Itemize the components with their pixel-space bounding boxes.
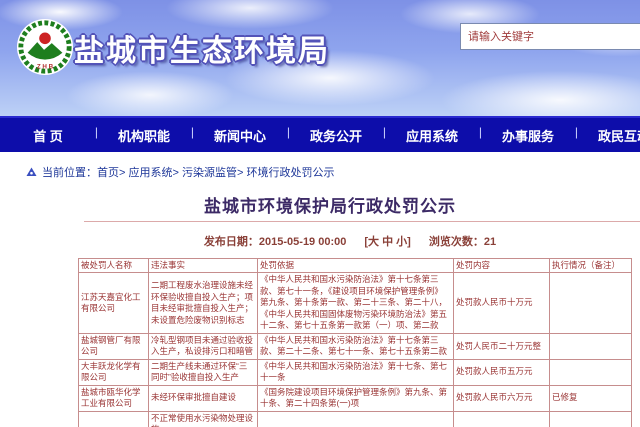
cell-name: 大丰跃龙化学有限公司 bbox=[79, 359, 149, 385]
nav-item-5[interactable]: 应用系统 bbox=[384, 126, 480, 145]
penalty-table: 被处罚人名称违法事实处罚依据处罚内容执行情况（备注） 江苏天嘉宜化工有限公司二期… bbox=[78, 258, 632, 427]
logo-letters: Z H B bbox=[37, 63, 54, 70]
views-label: 浏览次数： bbox=[429, 236, 484, 248]
cell-facts: 二期生产线未通过环保“三同时”验收擅自投入生产 bbox=[149, 359, 258, 385]
cell-facts: 二期工程废水治理设施未经环保验收擅自投入生产；项目未经审批擅自投入生产；未设置危… bbox=[149, 273, 258, 333]
publish-date-label: 发布日期： bbox=[204, 236, 259, 248]
cell-penalty: 处罚款人民币六万元 bbox=[454, 385, 550, 411]
table-row: 不正常使用水污染物处理设施 bbox=[79, 411, 632, 427]
cell-facts: 未经环保审批擅自建设 bbox=[149, 385, 258, 411]
cell-basis bbox=[258, 411, 454, 427]
nav-item-1[interactable]: 首 页 bbox=[0, 126, 96, 145]
cell-basis: 《中华人民共和国水污染防治法》第十七条第三款、第二十二条、第七十一条、第七十五条… bbox=[258, 333, 454, 359]
penalty-table-head-row: 被处罚人名称违法事实处罚依据处罚内容执行情况（备注） bbox=[79, 259, 632, 273]
penalty-table-body: 江苏天嘉宜化工有限公司二期工程废水治理设施未经环保验收擅自投入生产；项目未经审批… bbox=[79, 273, 632, 427]
publish-date-value: 2015-05-19 00:00 bbox=[259, 236, 346, 248]
cell-note bbox=[550, 411, 632, 427]
breadcrumb: 当前位置：首页> 应用系统> 污染源监管> 环境行政处罚公示 bbox=[26, 164, 334, 180]
table-row: 盐城市瓯华化学工业有限公司未经环保审批擅自建设《国务院建设项目环境保护管理条例》… bbox=[79, 385, 632, 411]
home-icon bbox=[26, 167, 37, 177]
cell-penalty: 处罚款人民币十万元 bbox=[454, 273, 550, 333]
cell-basis: 《中华人民共和国水污染防治法》第十七条第三款、第七十一条，《建设项目环境保护管理… bbox=[258, 273, 454, 333]
cell-facts: 不正常使用水污染物处理设施 bbox=[149, 411, 258, 427]
epa-logo-icon: Z H B bbox=[16, 18, 74, 76]
cell-note bbox=[550, 273, 632, 333]
article-meta: 发布日期：2015-05-19 00:00 [大 中 小] 浏览次数：21 bbox=[0, 233, 640, 249]
cell-basis: 《中华人民共和国水污染防治法》第十七条、第七十一条 bbox=[258, 359, 454, 385]
column-header: 处罚依据 bbox=[258, 259, 454, 273]
nav-item-2[interactable]: 机构职能 bbox=[96, 126, 192, 145]
nav-item-6[interactable]: 办事服务 bbox=[480, 126, 576, 145]
search-input[interactable] bbox=[460, 23, 640, 50]
header-banner: Z H B 盐城市生态环境局 bbox=[0, 0, 640, 116]
cell-note: 已修复 bbox=[550, 385, 632, 411]
column-header: 处罚内容 bbox=[454, 259, 550, 273]
column-header: 违法事实 bbox=[149, 259, 258, 273]
table-row: 盐城钢管厂有限公司冷轧型钢项目未通过验收投入生产，私设排污口和暗管《中华人民共和… bbox=[79, 333, 632, 359]
views-value: 21 bbox=[484, 236, 496, 248]
breadcrumb-label: 当前位置： bbox=[42, 164, 97, 180]
cell-note bbox=[550, 359, 632, 385]
cell-name: 盐城钢管厂有限公司 bbox=[79, 333, 149, 359]
page-title: 盐城市环境保护局行政处罚公示 bbox=[0, 192, 640, 217]
cell-name: 江苏天嘉宜化工有限公司 bbox=[79, 273, 149, 333]
column-header: 被处罚人名称 bbox=[79, 259, 149, 273]
nav-item-7[interactable]: 政民互动 bbox=[576, 126, 640, 145]
nav-list: 首 页机构职能新闻中心政务公开应用系统办事服务政民互动 bbox=[0, 118, 640, 152]
cell-penalty bbox=[454, 411, 550, 427]
cell-penalty: 处罚人民币二十万元整 bbox=[454, 333, 550, 359]
table-row: 大丰跃龙化学有限公司二期生产线未通过环保“三同时”验收擅自投入生产《中华人民共和… bbox=[79, 359, 632, 385]
cell-note bbox=[550, 333, 632, 359]
nav-item-3[interactable]: 新闻中心 bbox=[192, 126, 288, 145]
main-nav: 首 页机构职能新闻中心政务公开应用系统办事服务政民互动 bbox=[0, 116, 640, 152]
cell-name: 盐城市瓯华化学工业有限公司 bbox=[79, 385, 149, 411]
cell-facts: 冷轧型钢项目未通过验收投入生产，私设排污口和暗管 bbox=[149, 333, 258, 359]
font-size-switcher[interactable]: [大 中 小] bbox=[364, 236, 410, 248]
title-divider bbox=[84, 221, 640, 222]
table-row: 江苏天嘉宜化工有限公司二期工程废水治理设施未经环保验收擅自投入生产；项目未经审批… bbox=[79, 273, 632, 333]
page: Z H B 盐城市生态环境局 首 页机构职能新闻中心政务公开应用系统办事服务政民… bbox=[0, 0, 640, 427]
nav-item-4[interactable]: 政务公开 bbox=[288, 126, 384, 145]
cell-name bbox=[79, 411, 149, 427]
cell-basis: 《国务院建设项目环境保护管理条例》第九条、第十条、第二十四条第(一)项 bbox=[258, 385, 454, 411]
column-header: 执行情况（备注） bbox=[550, 259, 632, 273]
breadcrumb-path[interactable]: 首页> 应用系统> 污染源监管> 环境行政处罚公示 bbox=[97, 164, 334, 180]
site-title: 盐城市生态环境局 bbox=[74, 26, 330, 70]
cell-penalty: 处罚款人民币五万元 bbox=[454, 359, 550, 385]
